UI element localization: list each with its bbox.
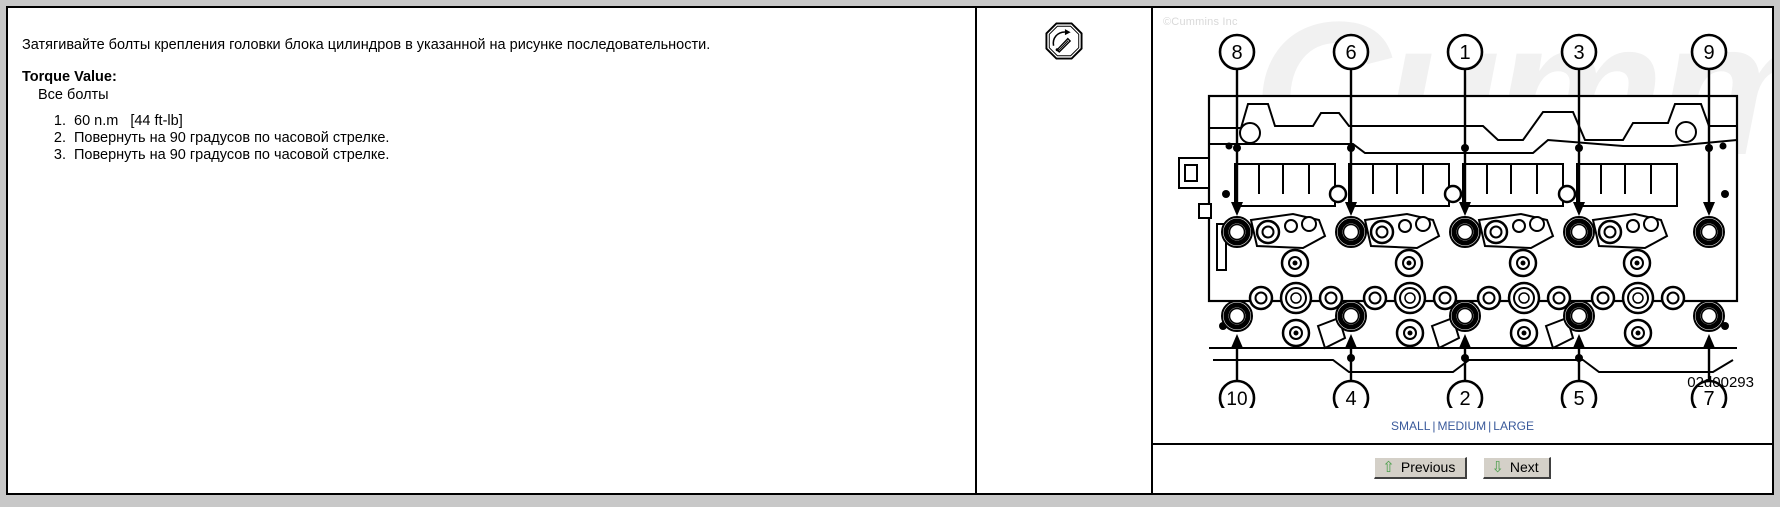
torque-value-heading: Torque Value: bbox=[22, 69, 117, 85]
callout-bubble-top-3: 1 bbox=[1446, 33, 1484, 71]
previous-button-label: Previous bbox=[1400, 459, 1456, 475]
arrow-up-icon: ⇧ bbox=[1382, 458, 1395, 476]
arrow-down-icon: ⇩ bbox=[1491, 458, 1504, 476]
page-frame: Затягивайте болты крепления головки блок… bbox=[6, 6, 1774, 495]
torque-step-1-value: 60 n.m bbox=[74, 113, 119, 129]
callout-number: 2 bbox=[1459, 388, 1470, 408]
copyright-notice: ©Cummins Inc bbox=[1163, 16, 1238, 28]
callout-number: 6 bbox=[1345, 42, 1356, 64]
procedure-intro-text: Затягивайте болты крепления головки блок… bbox=[22, 37, 711, 53]
size-link-small[interactable]: SMALL bbox=[1391, 419, 1430, 433]
callout-number: 9 bbox=[1703, 42, 1714, 64]
next-button[interactable]: ⇩ Next bbox=[1483, 457, 1551, 479]
callout-bubble-bottom-2: 4 bbox=[1332, 379, 1370, 408]
callout-bubble-top-1: 8 bbox=[1218, 33, 1256, 71]
callout-bubbles-top: 8 6 1 3 9 bbox=[1218, 33, 1728, 71]
image-size-links: SMALL | MEDIUM | LARGE bbox=[1153, 419, 1772, 433]
figure-column: Cummins ©Cummins Inc bbox=[1153, 8, 1772, 493]
callout-number: 7 bbox=[1703, 388, 1714, 408]
callout-bubbles-bottom: 10 4 2 5 7 bbox=[1218, 379, 1728, 408]
callout-bubble-bottom-1: 10 bbox=[1218, 379, 1256, 408]
callout-number: 8 bbox=[1231, 42, 1242, 64]
callout-bubble-top-5: 9 bbox=[1690, 33, 1728, 71]
callout-bubble-bottom-4: 5 bbox=[1560, 379, 1598, 408]
figure-pane: Cummins ©Cummins Inc bbox=[1153, 8, 1772, 445]
next-button-label: Next bbox=[1509, 459, 1539, 475]
previous-button[interactable]: ⇧ Previous bbox=[1374, 457, 1468, 479]
link-separator-1: | bbox=[1432, 419, 1436, 433]
torque-step-3: Повернуть на 90 градусов по часовой стре… bbox=[70, 147, 389, 164]
navigation-pane: ⇧ Previous ⇩ Next bbox=[1153, 445, 1772, 493]
callout-number: 1 bbox=[1459, 42, 1470, 64]
callout-bubble-bottom-3: 2 bbox=[1446, 379, 1484, 408]
callout-number: 5 bbox=[1573, 388, 1584, 408]
cylinder-head-diagram: 8 6 1 3 9 10 4 2 5 7 bbox=[1178, 33, 1739, 408]
callout-number: 10 bbox=[1226, 389, 1247, 408]
torque-step-1-imperial: [44 ft-lb] bbox=[130, 113, 183, 129]
callout-number: 4 bbox=[1345, 388, 1356, 408]
procedure-text-column: Затягивайте болты крепления головки блок… bbox=[8, 8, 977, 493]
torque-steps-list: 60 n.m [44 ft-lb] Повернуть на 90 градусо… bbox=[46, 113, 389, 164]
callout-bubble-top-2: 6 bbox=[1332, 33, 1370, 71]
icon-column bbox=[977, 8, 1153, 493]
navigation-buttons: ⇧ Previous ⇩ Next bbox=[1153, 457, 1772, 479]
callout-bubble-top-4: 3 bbox=[1560, 33, 1598, 71]
torque-wrench-octagon-icon bbox=[1045, 22, 1083, 60]
size-link-medium[interactable]: MEDIUM bbox=[1438, 419, 1487, 433]
size-link-large[interactable]: LARGE bbox=[1493, 419, 1534, 433]
figure-id-label: 02d00293 bbox=[1687, 374, 1754, 391]
torque-step-1: 60 n.m [44 ft-lb] bbox=[70, 113, 389, 130]
torque-step-2: Повернуть на 90 градусов по часовой стре… bbox=[70, 130, 389, 147]
torque-scope-label: Все болты bbox=[38, 87, 109, 103]
callout-number: 3 bbox=[1573, 42, 1584, 64]
